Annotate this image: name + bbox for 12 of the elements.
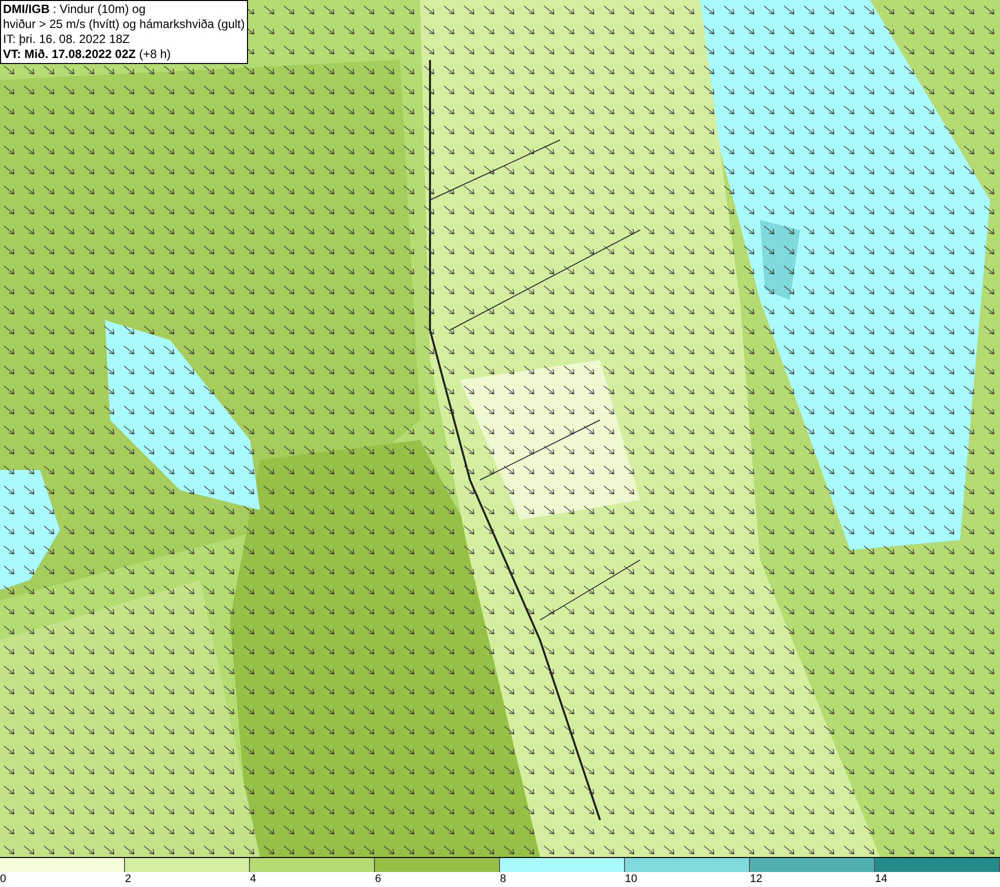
legend-label: 0 [0, 873, 6, 885]
legend-label: 12 [750, 873, 762, 885]
legend-label: 4 [250, 873, 256, 885]
header-text: hviður > 25 m/s (hvítt) og hámarkshviða (gult) [3, 17, 245, 32]
header-text: DMI/IGB : Vindur (10m) og [3, 2, 146, 17]
legend-label: 8 [500, 873, 506, 885]
legend-label: 6 [375, 873, 382, 885]
header-text: VT: Mið. 17.08.2022 02Z (+8 h) [3, 47, 172, 62]
legend-label: 14 [875, 873, 888, 885]
legend-label: 2 [125, 873, 132, 885]
header-text: IT: þri. 16. 08. 2022 18Z [3, 32, 131, 47]
legend-label: 10 [625, 873, 638, 885]
